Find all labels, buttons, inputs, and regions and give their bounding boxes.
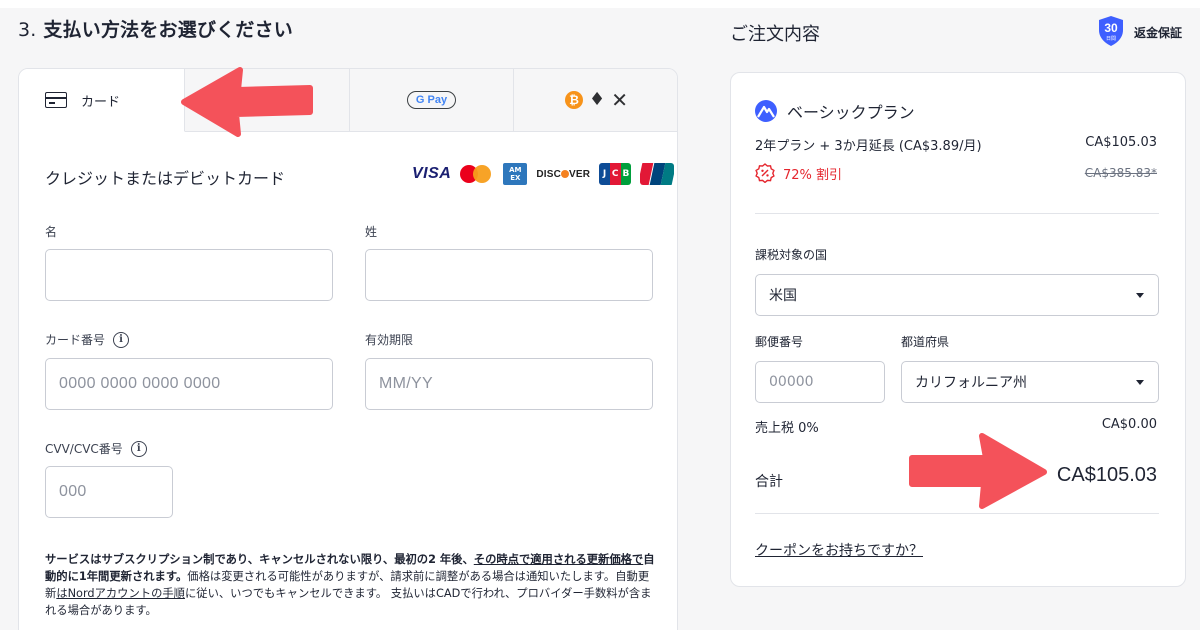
discount-row: 72% 割引: [755, 163, 842, 183]
zip-label: 郵便番号: [755, 335, 804, 349]
card-number-input[interactable]: 0000 0000 0000 0000: [45, 358, 333, 410]
first-name-label: 名: [45, 225, 58, 239]
card-number-label: カード番号 i: [45, 331, 130, 348]
jcb-logo: JCB: [599, 163, 632, 185]
subscription-terms: サービスはサブスクリプション制であり、キャンセルされない限り、最初の2 年後、そ…: [45, 551, 657, 619]
credit-card-icon: [45, 92, 67, 108]
money-back-shield-icon: 30 日間: [1099, 16, 1123, 46]
country-label: 課税対象の国: [755, 248, 828, 262]
country-caret-icon: [1136, 293, 1144, 298]
last-name-label: 姓: [365, 225, 378, 239]
tax-value: CA$0.00: [1101, 417, 1157, 432]
guarantee-unit: 日間: [1106, 36, 1116, 42]
cvv-input[interactable]: 000: [45, 466, 173, 518]
ethereum-icon: ♦: [589, 89, 606, 110]
amex-logo: AM EX: [503, 163, 528, 185]
tab-google-pay[interactable]: G Pay: [350, 69, 514, 132]
country-value: 米国: [769, 288, 797, 304]
divider-1: [755, 213, 1159, 214]
divider-2: [755, 513, 1159, 514]
jcb-letter-c: C: [609, 163, 621, 185]
expiry-label: 有効期限: [365, 333, 414, 347]
google-pay-icon: G Pay: [406, 91, 457, 109]
plan-name: ベーシックプラン: [787, 103, 915, 122]
guarantee-days: 30: [1104, 21, 1118, 35]
top-strip: [0, 0, 1200, 8]
section-title-text: 支払い方法をお選びください: [43, 19, 293, 41]
card-number-label-text: カード番号: [45, 333, 106, 347]
discover-logo: DISC VER: [536, 169, 590, 180]
tax-label: 売上税 0%: [755, 421, 819, 436]
card-number-info-icon[interactable]: i: [113, 331, 130, 348]
cvv-label: CVV/CVC番号 i: [45, 440, 147, 457]
bitcoin-icon: ₿: [565, 91, 584, 109]
discount-badge-icon: [755, 163, 775, 183]
state-caret-icon: [1136, 380, 1144, 385]
nord-mountain-icon: [755, 100, 777, 122]
discover-text-pre: DISC: [536, 168, 562, 180]
jcb-letter-b: B: [620, 163, 632, 185]
discover-text-post: VER: [569, 168, 591, 180]
cvv-info-icon[interactable]: i: [130, 440, 147, 457]
plan-description: 2年プラン + 3か月延長 (CA$3.89/月): [755, 139, 982, 154]
xrp-icon: ✕: [611, 88, 628, 112]
state-value: カリフォルニア州: [915, 375, 1027, 391]
state-label: 都道府県: [901, 335, 950, 349]
section-number: 3.: [18, 19, 37, 41]
expiry-input[interactable]: MM/YY: [365, 358, 653, 410]
coupon-link[interactable]: クーポンをお持ちですか？: [755, 540, 923, 560]
annotation-arrow-right-icon: [909, 433, 1047, 509]
state-select[interactable]: カリフォルニア州: [901, 361, 1159, 403]
order-summary-title: ご注文内容: [730, 24, 820, 45]
nord-account-link[interactable]: はNordアカウントの手順: [56, 587, 185, 600]
zip-input[interactable]: 00000: [755, 361, 885, 403]
jcb-letter-j: J: [599, 163, 610, 185]
last-name-input[interactable]: [365, 249, 653, 301]
visa-logo: VISA: [412, 165, 452, 182]
cvv-label-text: CVV/CVC番号: [45, 442, 123, 456]
plan-row: ベーシックプラン: [755, 99, 915, 123]
card-heading: クレジットまたはデビットカード: [45, 169, 286, 188]
discount-label: 72% 割引: [783, 167, 843, 183]
payment-section-title: 3. 支払い方法をお選びください: [18, 15, 293, 42]
mastercard-logo: [460, 163, 494, 185]
money-back-guarantee-label: 返金保証: [1134, 26, 1183, 40]
total-value: CA$105.03: [1056, 464, 1157, 486]
tab-card-label: カード: [81, 94, 121, 110]
tab-card[interactable]: カード: [19, 69, 185, 132]
tab-crypto[interactable]: ₿ ♦ ✕: [514, 69, 677, 132]
gpay-label: G Pay: [415, 94, 448, 106]
plan-price: CA$105.03: [1085, 135, 1157, 150]
annotation-arrow-left-icon: [181, 67, 313, 137]
card-brands: VISA AM EX DISC VER JCB: [412, 163, 675, 185]
payment-panel: カード G Pay ₿ ♦ ✕ クレジットまたはデビットカード VISA AM …: [18, 68, 678, 630]
crypto-icons: ₿ ♦ ✕: [565, 88, 628, 112]
terms-bold-underlined: その時点で適用される更新価格で: [473, 553, 644, 566]
unionpay-logo: [640, 163, 675, 185]
original-price: CA$385.83*: [1084, 166, 1157, 180]
total-label: 合計: [755, 474, 783, 490]
payment-tabs: カード G Pay ₿ ♦ ✕: [19, 69, 677, 132]
country-select[interactable]: 米国: [755, 274, 1159, 316]
terms-bold-1: サービスはサブスクリプション制であり、キャンセルされない限り、最初の2 年後、: [45, 553, 474, 566]
first-name-input[interactable]: [45, 249, 333, 301]
